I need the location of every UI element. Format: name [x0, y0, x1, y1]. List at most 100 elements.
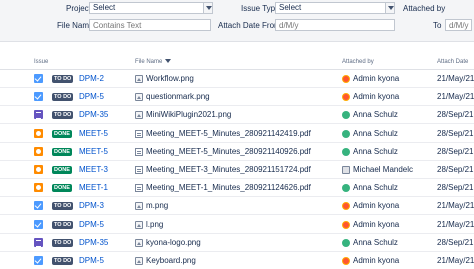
attached-by-user: Anna Schulz	[353, 110, 398, 120]
avatar	[342, 257, 350, 265]
issue-key-link[interactable]: MEET-5	[79, 147, 108, 156]
table-row[interactable]: TO DO DPM-3 m.png Admin kyona 21/May/21	[0, 198, 474, 216]
status-badge: DONE	[52, 166, 72, 174]
file-name-link[interactable]: Meeting_MEET-3_Minutes_280921151724.pdf	[146, 165, 311, 174]
issue-type-select-value: Select	[279, 3, 302, 12]
issue-key-link[interactable]: DPM-2	[79, 74, 104, 83]
attach-date: 28/Sep/21	[437, 237, 474, 247]
issue-key-link[interactable]: DPM-3	[79, 201, 104, 210]
column-header-issue[interactable]: Issue	[34, 59, 48, 65]
file-name-link[interactable]: kyona-logo.png	[146, 238, 201, 247]
issue-type-select[interactable]: Select	[275, 2, 395, 14]
file-name-link[interactable]: Meeting_MEET-5_Minutes_280921140926.pdf	[146, 147, 311, 156]
status-badge: TO DO	[52, 238, 74, 247]
attached-by-user: Anna Schulz	[353, 128, 398, 138]
avatar	[342, 220, 350, 229]
column-header-attached-by[interactable]: Attached by	[342, 59, 374, 65]
status-badge: TO DO	[52, 257, 74, 265]
attached-by-user: Admin kyona	[353, 92, 400, 102]
attach-date-from-label: Attach Date From	[218, 21, 281, 30]
table-header: Issue File Name Attached by Attach Date	[0, 56, 474, 70]
file-name-link[interactable]: m.png	[146, 201, 168, 210]
task-issue-type-icon	[34, 201, 43, 211]
status-badge: TO DO	[52, 93, 74, 102]
avatar	[342, 166, 350, 174]
attached-by-user: Admin kyona	[353, 256, 400, 265]
file-name-link[interactable]: Keyboard.png	[146, 256, 196, 265]
table-row[interactable]: DONE MEET-3 Meeting_MEET-3_Minutes_2809211…	[0, 162, 474, 179]
story-issue-type-icon	[34, 110, 43, 120]
file-name-input[interactable]	[89, 19, 211, 31]
file-name-link[interactable]: questionmark.png	[146, 92, 210, 101]
issue-key-link[interactable]: MEET-1	[79, 183, 108, 192]
table-row[interactable]: DONE MEET-5 Meeting_MEET-5_Minutes_2809211…	[0, 144, 474, 161]
chevron-down-icon[interactable]	[385, 3, 394, 13]
meeting-issue-type-icon	[34, 183, 43, 193]
attach-date: 28/Sep/21	[437, 128, 474, 138]
file-name-link[interactable]: Workflow.png	[146, 74, 194, 83]
project-label: Project	[66, 4, 91, 13]
pdf-icon	[135, 184, 143, 193]
table-row[interactable]: DONE MEET-1 Meeting_MEET-1_Minutes_2809211…	[0, 180, 474, 198]
image-icon	[135, 202, 143, 211]
image-icon	[135, 111, 143, 120]
issue-key-link[interactable]: DPM-35	[79, 238, 108, 247]
table-row[interactable]: DONE MEET-5 Meeting_MEET-5_Minutes_2809211…	[0, 126, 474, 143]
issue-key-link[interactable]: MEET-5	[79, 129, 108, 138]
task-issue-type-icon	[34, 219, 43, 229]
attach-date-to-input[interactable]	[445, 19, 472, 31]
table-row[interactable]: TO DO DPM-2 Workflow.png Admin kyona 21/May/…	[0, 71, 474, 88]
attach-date-from-input[interactable]	[275, 19, 395, 31]
image-icon	[135, 257, 143, 265]
pdf-icon	[135, 147, 143, 156]
attach-date: 21/May/21	[437, 92, 474, 102]
file-name-link[interactable]: Meeting_MEET-1_Minutes_280921124626.pdf	[146, 183, 311, 192]
table-row[interactable]: TO DO DPM-35 kyona-logo.png Anna Schulz 28/S…	[0, 235, 474, 252]
sort-descending-icon[interactable]	[165, 59, 172, 64]
image-icon	[135, 75, 143, 83]
file-name-link[interactable]: MiniWikiPlugin2021.png	[146, 110, 231, 119]
issue-key-link[interactable]: MEET-3	[79, 165, 108, 174]
column-header-attach-date[interactable]: Attach Date	[437, 59, 468, 65]
image-icon	[135, 238, 143, 247]
status-badge: DONE	[52, 129, 72, 138]
task-issue-type-icon	[34, 256, 43, 265]
table-row[interactable]: TO DO DPM-5 questionmark.png Admin kyona 21/…	[0, 89, 474, 107]
issue-key-link[interactable]: DPM-5	[79, 256, 104, 265]
table-row[interactable]: TO DO DPM-5 l.png Admin kyona 21/May/21	[0, 217, 474, 234]
attached-by-user: Anna Schulz	[353, 183, 398, 193]
issue-key-link[interactable]: DPM-35	[79, 110, 108, 119]
attach-date: 21/May/21	[437, 219, 474, 229]
meeting-issue-type-icon	[34, 128, 43, 138]
task-issue-type-icon	[34, 74, 43, 83]
project-select[interactable]: Select	[89, 2, 213, 14]
issue-key-link[interactable]: DPM-5	[79, 220, 104, 229]
file-name-link[interactable]: Meeting_MEET-5_Minutes_280921142419.pdf	[146, 129, 311, 138]
attached-by-label: Attached by	[403, 4, 446, 13]
attached-by-user: Admin kyona	[353, 74, 400, 83]
pdf-icon	[135, 166, 143, 174]
status-badge: DONE	[52, 184, 72, 193]
column-header-file-name-label: File Name	[135, 59, 163, 65]
task-issue-type-icon	[34, 92, 43, 102]
filter-bar: Project Select Issue Type Select Attache…	[0, 0, 474, 42]
status-badge: TO DO	[52, 202, 74, 211]
table-row[interactable]: TO DO DPM-5 Keyboard.png Admin kyona 21/May/…	[0, 253, 474, 269]
column-header-file-name[interactable]: File Name	[135, 59, 172, 65]
status-badge: TO DO	[52, 111, 74, 120]
file-name-label: File Name	[57, 21, 94, 30]
attach-date: 28/Sep/21	[437, 165, 474, 174]
attached-by-user: Anna Schulz	[353, 237, 398, 247]
pdf-icon	[135, 129, 143, 138]
attached-by-user: Admin kyona	[353, 201, 400, 211]
avatar	[342, 202, 350, 211]
avatar	[342, 129, 350, 138]
status-badge: TO DO	[52, 220, 74, 229]
to-label: To	[433, 21, 442, 30]
avatar	[342, 111, 350, 120]
chevron-down-icon[interactable]	[203, 3, 212, 13]
issue-key-link[interactable]: DPM-5	[79, 92, 104, 101]
image-icon	[135, 220, 143, 229]
table-row[interactable]: TO DO DPM-35 MiniWikiPlugin2021.png Anna Sc…	[0, 107, 474, 125]
file-name-link[interactable]: l.png	[146, 220, 163, 229]
